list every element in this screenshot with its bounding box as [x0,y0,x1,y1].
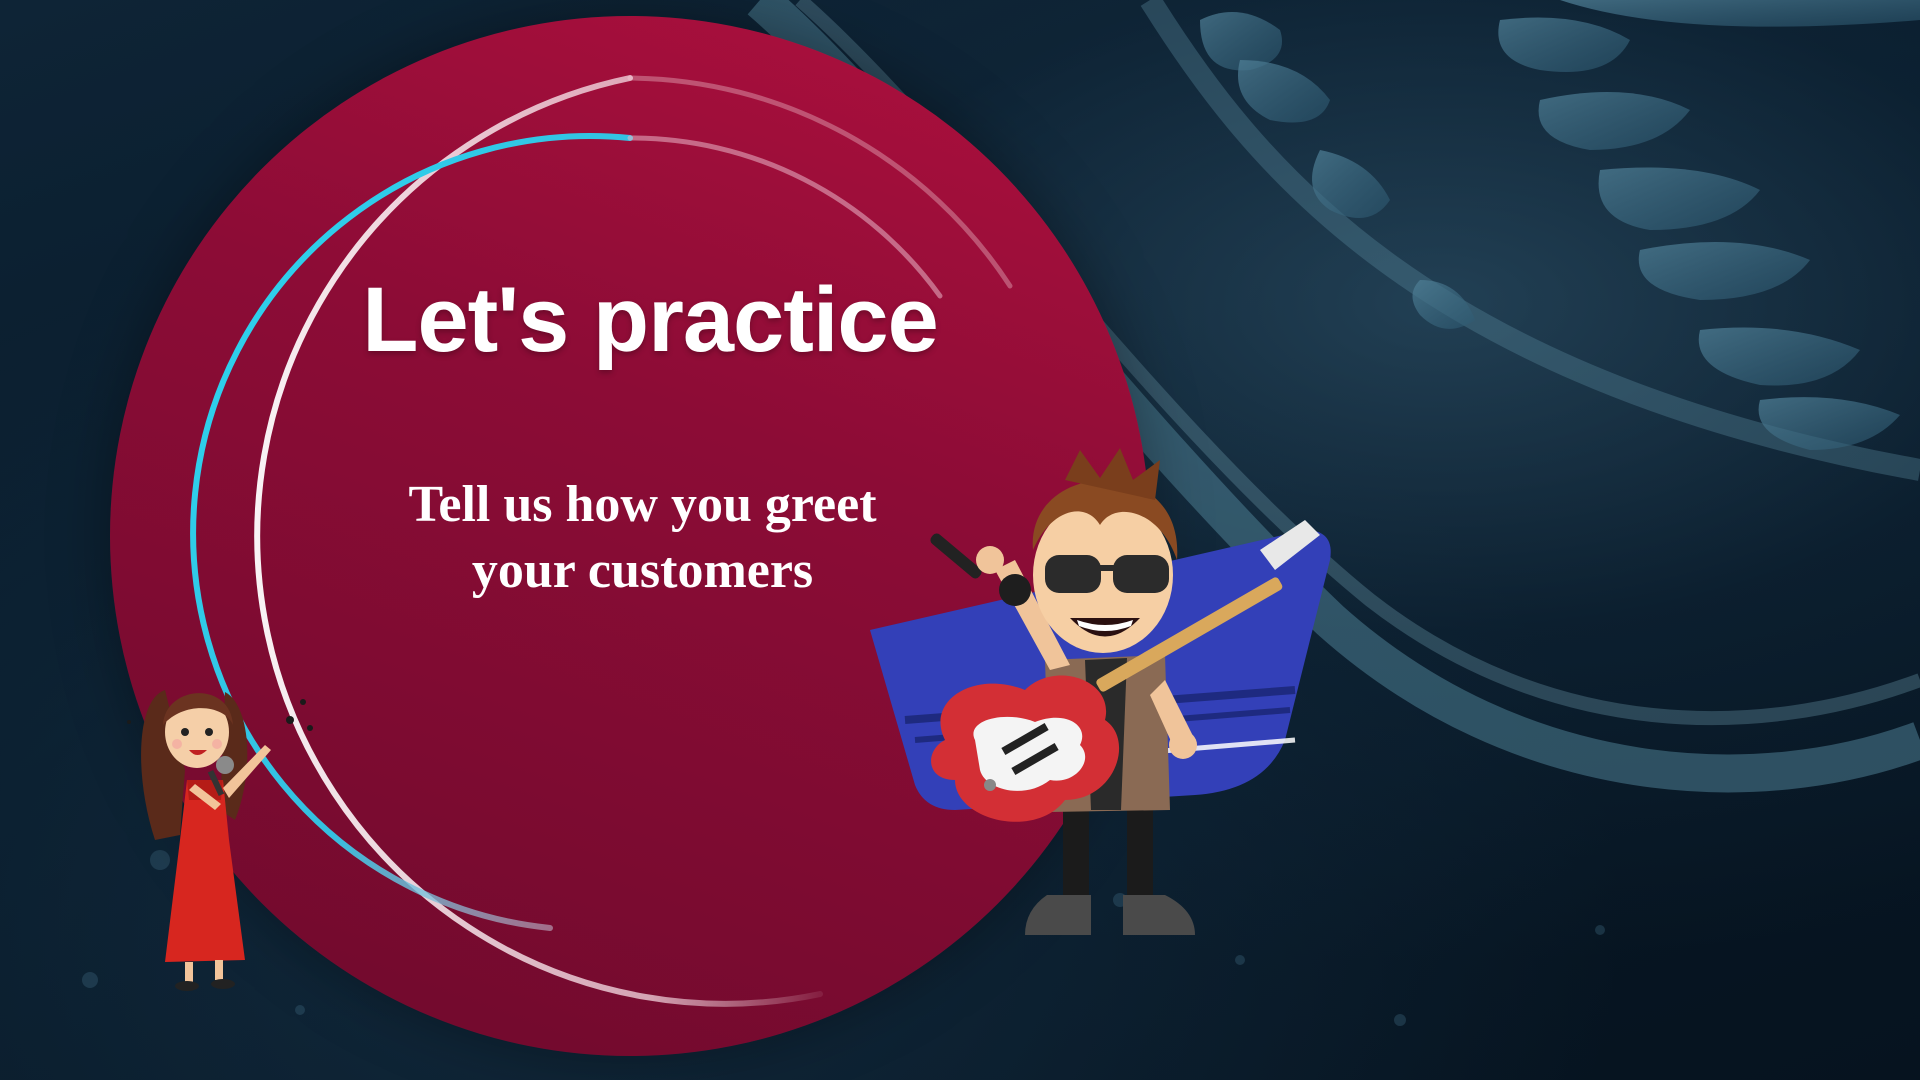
slide-title: Let's practice [362,269,938,371]
slide-subtitle: Tell us how you greet your customers [330,472,955,604]
female-singer-illustration [127,690,313,991]
subtitle-line-2: your customers [471,542,814,599]
slide-stage: Let's practice Tell us how you greet you… [0,0,1920,1080]
guitarist-singer-illustration [870,448,1331,935]
subtitle-line-1: Tell us how you greet [408,476,877,533]
